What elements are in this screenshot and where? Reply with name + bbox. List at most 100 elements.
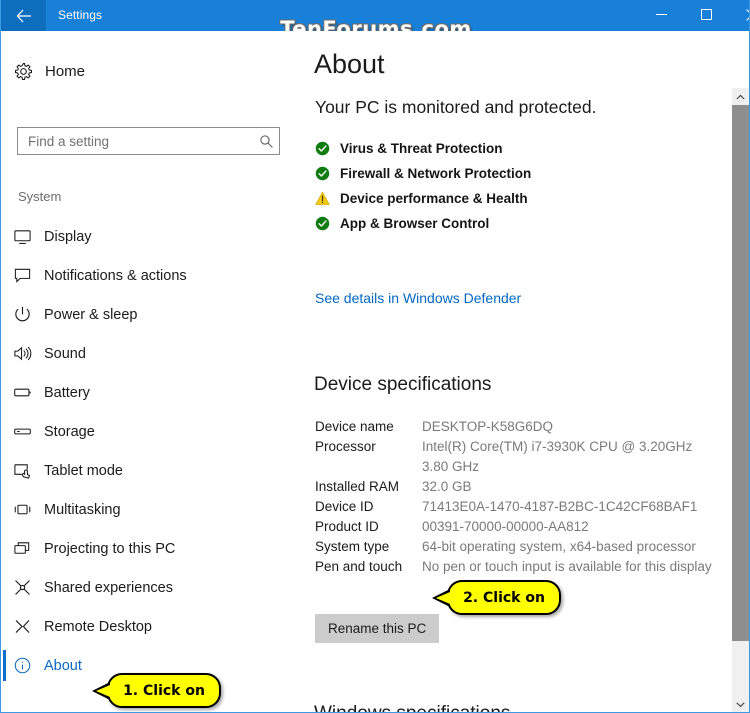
sidebar-item-tablet-mode[interactable]: Tablet mode bbox=[1, 451, 300, 490]
shared-icon bbox=[1, 578, 44, 597]
sidebar-item-projecting-label: Projecting to this PC bbox=[44, 540, 176, 557]
table-row: Device ID 71413E0A-1470-4187-B2BC-1C42CF… bbox=[315, 497, 715, 517]
spec-value: 32.0 GB bbox=[422, 479, 472, 494]
app-title: Settings bbox=[58, 8, 103, 22]
spec-value: 71413E0A-1470-4187-B2BC-1C42CF68BAF1 bbox=[422, 499, 698, 514]
sidebar-item-remote-desktop-label: Remote Desktop bbox=[44, 618, 152, 635]
remote-desktop-icon bbox=[1, 617, 44, 636]
warning-triangle-icon bbox=[315, 191, 340, 206]
sidebar: Home System Display bbox=[1, 31, 300, 712]
power-icon bbox=[1, 305, 44, 324]
status-label: Firewall & Network Protection bbox=[340, 166, 532, 181]
multitasking-icon bbox=[1, 500, 44, 519]
sidebar-nav-list: Display Notifications & actions Power & … bbox=[1, 217, 300, 685]
spec-key: Pen and touch bbox=[315, 559, 403, 574]
settings-window: Settings TenForums.com Home Find a setti… bbox=[0, 0, 750, 713]
callout-step-1-label: 1. Click on bbox=[123, 682, 205, 699]
callout-step-1: 1. Click on bbox=[92, 673, 221, 708]
protection-headline: Your PC is monitored and protected. bbox=[315, 97, 597, 117]
sidebar-item-battery-label: Battery bbox=[44, 384, 90, 401]
status-label: Device performance & Health bbox=[340, 191, 528, 206]
status-label: App & Browser Control bbox=[340, 216, 490, 231]
title-bar: Settings bbox=[1, 0, 749, 31]
page-title: About bbox=[314, 49, 385, 79]
tablet-icon bbox=[1, 461, 44, 480]
scroll-up-button[interactable] bbox=[732, 88, 749, 105]
sidebar-item-multitasking[interactable]: Multitasking bbox=[1, 490, 300, 529]
rename-pc-button[interactable]: Rename this PC bbox=[315, 614, 440, 643]
search-box[interactable] bbox=[17, 127, 280, 155]
content-scrollbar[interactable] bbox=[732, 88, 749, 712]
callout-step-2: 2. Click on bbox=[432, 580, 561, 615]
chevron-up-icon bbox=[736, 88, 745, 106]
spec-key: Product ID bbox=[315, 519, 379, 534]
back-arrow-icon bbox=[16, 9, 32, 23]
status-row: Firewall & Network Protection bbox=[315, 161, 715, 186]
defender-details-link[interactable]: See details in Windows Defender bbox=[315, 290, 521, 306]
sidebar-group-label: System bbox=[18, 189, 62, 204]
status-label: Virus & Threat Protection bbox=[340, 141, 503, 156]
spec-value: DESKTOP-K58G6DQ bbox=[422, 419, 554, 434]
notification-icon bbox=[1, 266, 44, 285]
device-specifications-title: Device specifications bbox=[314, 374, 492, 395]
status-row: Device performance & Health bbox=[315, 186, 715, 211]
check-circle-icon bbox=[315, 216, 340, 231]
spec-key: Device name bbox=[315, 419, 394, 434]
spec-key: System type bbox=[315, 539, 390, 554]
table-row: Processor Intel(R) Core(TM) i7-3930K CPU… bbox=[315, 437, 715, 477]
maximize-icon bbox=[701, 9, 712, 22]
projecting-icon bbox=[1, 539, 44, 558]
sidebar-item-power[interactable]: Power & sleep bbox=[1, 295, 300, 334]
chevron-down-icon bbox=[736, 695, 745, 713]
sidebar-item-shared-experiences-label: Shared experiences bbox=[44, 579, 173, 596]
spec-value: No pen or touch input is available for t… bbox=[422, 559, 712, 574]
sidebar-item-power-label: Power & sleep bbox=[44, 306, 138, 323]
sidebar-item-battery[interactable]: Battery bbox=[1, 373, 300, 412]
sidebar-item-multitasking-label: Multitasking bbox=[44, 501, 121, 518]
search-icon[interactable] bbox=[253, 134, 279, 149]
speaker-icon bbox=[1, 344, 44, 363]
device-specifications-table: Device name DESKTOP-K58G6DQ Processor In… bbox=[315, 417, 715, 577]
spec-value: 64-bit operating system, x64-based proce… bbox=[422, 539, 696, 554]
sidebar-item-remote-desktop[interactable]: Remote Desktop bbox=[1, 607, 300, 646]
minimize-button[interactable] bbox=[639, 0, 684, 31]
spec-value: 00391-70000-00000-AA812 bbox=[422, 519, 589, 534]
sidebar-item-notifications-label: Notifications & actions bbox=[44, 267, 187, 284]
search-input[interactable] bbox=[18, 129, 253, 153]
back-button[interactable] bbox=[1, 0, 46, 31]
spec-value: Intel(R) Core(TM) i7-3930K CPU @ 3.20GHz… bbox=[422, 439, 693, 474]
battery-icon bbox=[1, 383, 44, 402]
sidebar-item-projecting[interactable]: Projecting to this PC bbox=[1, 529, 300, 568]
sidebar-item-tablet-mode-label: Tablet mode bbox=[44, 462, 123, 479]
sidebar-item-storage[interactable]: Storage bbox=[1, 412, 300, 451]
sidebar-item-about-label: About bbox=[44, 657, 82, 674]
table-row: Pen and touch No pen or touch input is a… bbox=[315, 557, 715, 577]
sidebar-item-notifications[interactable]: Notifications & actions bbox=[1, 256, 300, 295]
sidebar-item-sound[interactable]: Sound bbox=[1, 334, 300, 373]
check-circle-icon bbox=[315, 166, 340, 181]
close-button[interactable] bbox=[729, 0, 749, 31]
status-row: App & Browser Control bbox=[315, 211, 715, 236]
sidebar-item-display-label: Display bbox=[44, 228, 92, 245]
security-status-list: Virus & Threat Protection Firewall & Net… bbox=[315, 136, 715, 236]
spec-key: Installed RAM bbox=[315, 479, 400, 494]
monitor-icon bbox=[1, 227, 44, 246]
table-row: Device name DESKTOP-K58G6DQ bbox=[315, 417, 715, 437]
sidebar-item-home-label: Home bbox=[45, 62, 86, 80]
sidebar-item-display[interactable]: Display bbox=[1, 217, 300, 256]
storage-icon bbox=[1, 422, 44, 441]
spec-key: Device ID bbox=[315, 499, 374, 514]
gear-icon bbox=[1, 62, 45, 81]
maximize-button[interactable] bbox=[684, 0, 729, 31]
table-row: System type 64-bit operating system, x64… bbox=[315, 537, 715, 557]
scroll-down-button[interactable] bbox=[732, 695, 749, 712]
sidebar-item-sound-label: Sound bbox=[44, 345, 86, 362]
windows-specifications-title: Windows specifications bbox=[314, 703, 510, 712]
sidebar-item-storage-label: Storage bbox=[44, 423, 95, 440]
spec-key: Processor bbox=[315, 439, 376, 454]
scrollbar-thumb[interactable] bbox=[732, 105, 749, 641]
sidebar-item-shared-experiences[interactable]: Shared experiences bbox=[1, 568, 300, 607]
table-row: Product ID 00391-70000-00000-AA812 bbox=[315, 517, 715, 537]
check-circle-icon bbox=[315, 141, 340, 156]
sidebar-item-home[interactable]: Home bbox=[1, 53, 300, 89]
